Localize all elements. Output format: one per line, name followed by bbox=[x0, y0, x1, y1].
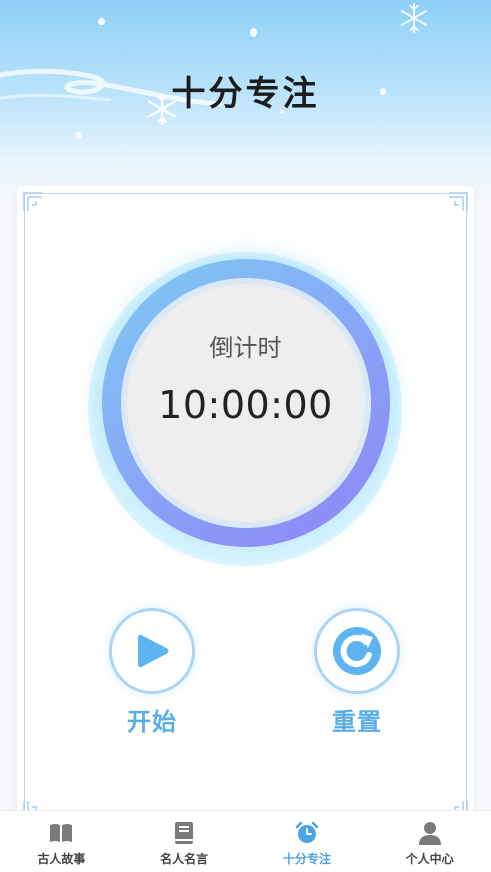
corner-ornament-icon bbox=[449, 192, 468, 211]
tab-profile[interactable]: 个人中心 bbox=[368, 811, 491, 872]
bottom-tab-bar: 古人故事 名人名言 十分专注 个人中心 bbox=[0, 810, 491, 872]
tab-label: 个人中心 bbox=[405, 852, 454, 866]
page-title: 十分专注 bbox=[171, 74, 320, 114]
timer-label: 倒计时 bbox=[209, 334, 282, 362]
book-icon bbox=[50, 824, 73, 842]
snow-dot bbox=[98, 18, 105, 25]
start-button-label[interactable]: 开始 bbox=[92, 702, 212, 737]
tab-famous-quotes[interactable]: 名人名言 bbox=[123, 811, 246, 872]
user-icon bbox=[418, 822, 441, 845]
timer-countdown-value: 10:00:00 bbox=[158, 383, 333, 427]
refresh-icon bbox=[333, 627, 381, 675]
alarm-clock-icon bbox=[295, 821, 319, 843]
tab-label: 古人故事 bbox=[37, 852, 86, 866]
reset-button[interactable] bbox=[314, 608, 400, 694]
snow-dot bbox=[250, 28, 257, 37]
tab-label: 名人名言 bbox=[160, 852, 209, 866]
notebook-icon bbox=[175, 822, 194, 844]
header-banner: 十分专注 bbox=[0, 0, 491, 200]
corner-ornament-icon bbox=[23, 192, 42, 211]
tab-label: 十分专注 bbox=[282, 852, 331, 866]
snow-dot bbox=[75, 132, 82, 139]
play-icon bbox=[138, 634, 169, 668]
tab-ancient-stories[interactable]: 古人故事 bbox=[0, 811, 123, 872]
reset-button-label[interactable]: 重置 bbox=[297, 702, 417, 737]
tab-focus-timer[interactable]: 十分专注 bbox=[246, 811, 369, 872]
start-button[interactable] bbox=[109, 608, 195, 694]
snowflake-icon bbox=[400, 2, 428, 34]
